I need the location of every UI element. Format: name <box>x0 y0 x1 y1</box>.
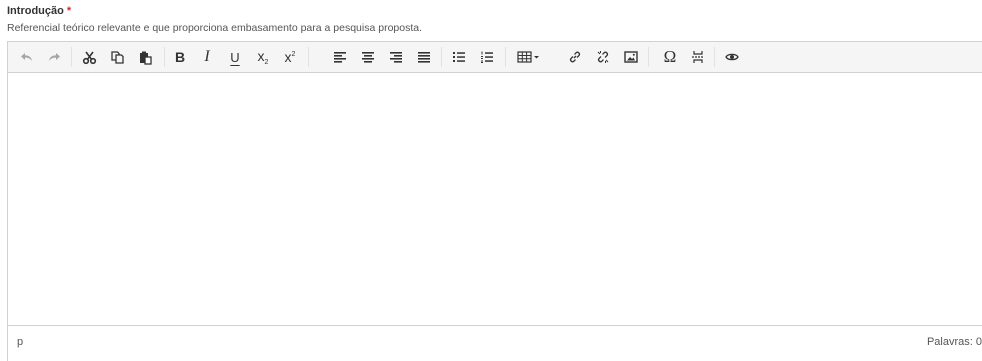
align-left-button[interactable] <box>329 47 351 67</box>
table-icon <box>517 51 539 63</box>
superscript-x: x <box>284 49 292 65</box>
bullet-list-button[interactable] <box>448 47 470 67</box>
required-marker: * <box>66 5 72 17</box>
link-icon <box>569 51 581 63</box>
align-center-button[interactable] <box>357 47 379 67</box>
subscript-x: x <box>257 48 265 64</box>
editor-toolbar: B I U x2 x2 Ω <box>8 42 982 73</box>
rich-text-editor: B I U x2 x2 Ω p Palavras: 0 <box>7 41 982 361</box>
link-button[interactable] <box>564 47 586 67</box>
paste-button[interactable] <box>134 47 156 67</box>
underline-button[interactable]: U <box>224 47 246 67</box>
image-icon <box>624 51 638 63</box>
align-justify-button[interactable] <box>413 47 435 67</box>
unlink-button[interactable] <box>592 47 614 67</box>
toolbar-separator <box>648 47 649 67</box>
redo-icon <box>49 53 60 61</box>
bold-icon: B <box>174 49 186 65</box>
toolbar-separator <box>308 47 309 67</box>
editor-content-area[interactable] <box>8 73 982 325</box>
field-help-text: Referencial teórico relevante e que prop… <box>7 22 423 34</box>
numbered-list-icon <box>481 51 493 63</box>
superscript-icon: x2 <box>284 49 296 65</box>
toolbar-separator <box>164 47 165 67</box>
element-path[interactable]: p <box>17 336 23 348</box>
bold-button[interactable]: B <box>169 47 191 67</box>
align-right-icon <box>390 52 402 63</box>
toolbar-separator <box>71 47 72 67</box>
field-label-text: Introdução <box>7 5 64 17</box>
redo-button[interactable] <box>43 47 65 67</box>
scissors-icon <box>82 51 96 64</box>
toolbar-separator <box>505 47 506 67</box>
omega-icon: Ω <box>663 47 677 66</box>
undo-button[interactable] <box>16 47 38 67</box>
align-left-icon <box>334 52 346 63</box>
unlink-icon <box>597 51 609 63</box>
copy-button[interactable] <box>106 47 128 67</box>
subscript-button[interactable]: x2 <box>252 47 274 67</box>
field-label: Introdução * <box>7 5 71 17</box>
eye-icon <box>725 53 739 61</box>
preview-button[interactable] <box>721 47 743 67</box>
cut-button[interactable] <box>78 47 100 67</box>
underline-icon: U <box>230 49 240 65</box>
table-button[interactable] <box>513 47 545 67</box>
image-button[interactable] <box>620 47 642 67</box>
page-break-button[interactable] <box>687 47 709 67</box>
toolbar-separator <box>714 47 715 67</box>
align-center-icon <box>362 52 374 63</box>
word-count: Palavras: 0 <box>926 336 982 348</box>
italic-icon: I <box>204 48 210 65</box>
italic-button[interactable]: I <box>196 47 218 67</box>
toolbar-separator <box>441 47 442 67</box>
superscript-button[interactable]: x2 <box>279 47 301 67</box>
bullet-list-icon <box>453 52 465 62</box>
special-character-button[interactable]: Ω <box>659 47 681 67</box>
page-break-icon <box>692 51 704 63</box>
clipboard-icon <box>139 51 152 65</box>
undo-icon <box>21 53 32 61</box>
numbered-list-button[interactable] <box>476 47 498 67</box>
align-justify-icon <box>418 52 430 63</box>
subscript-icon: x2 <box>257 48 269 66</box>
copy-icon <box>110 50 124 64</box>
editor-statusbar: p Palavras: 0 <box>8 325 982 361</box>
align-right-button[interactable] <box>385 47 407 67</box>
